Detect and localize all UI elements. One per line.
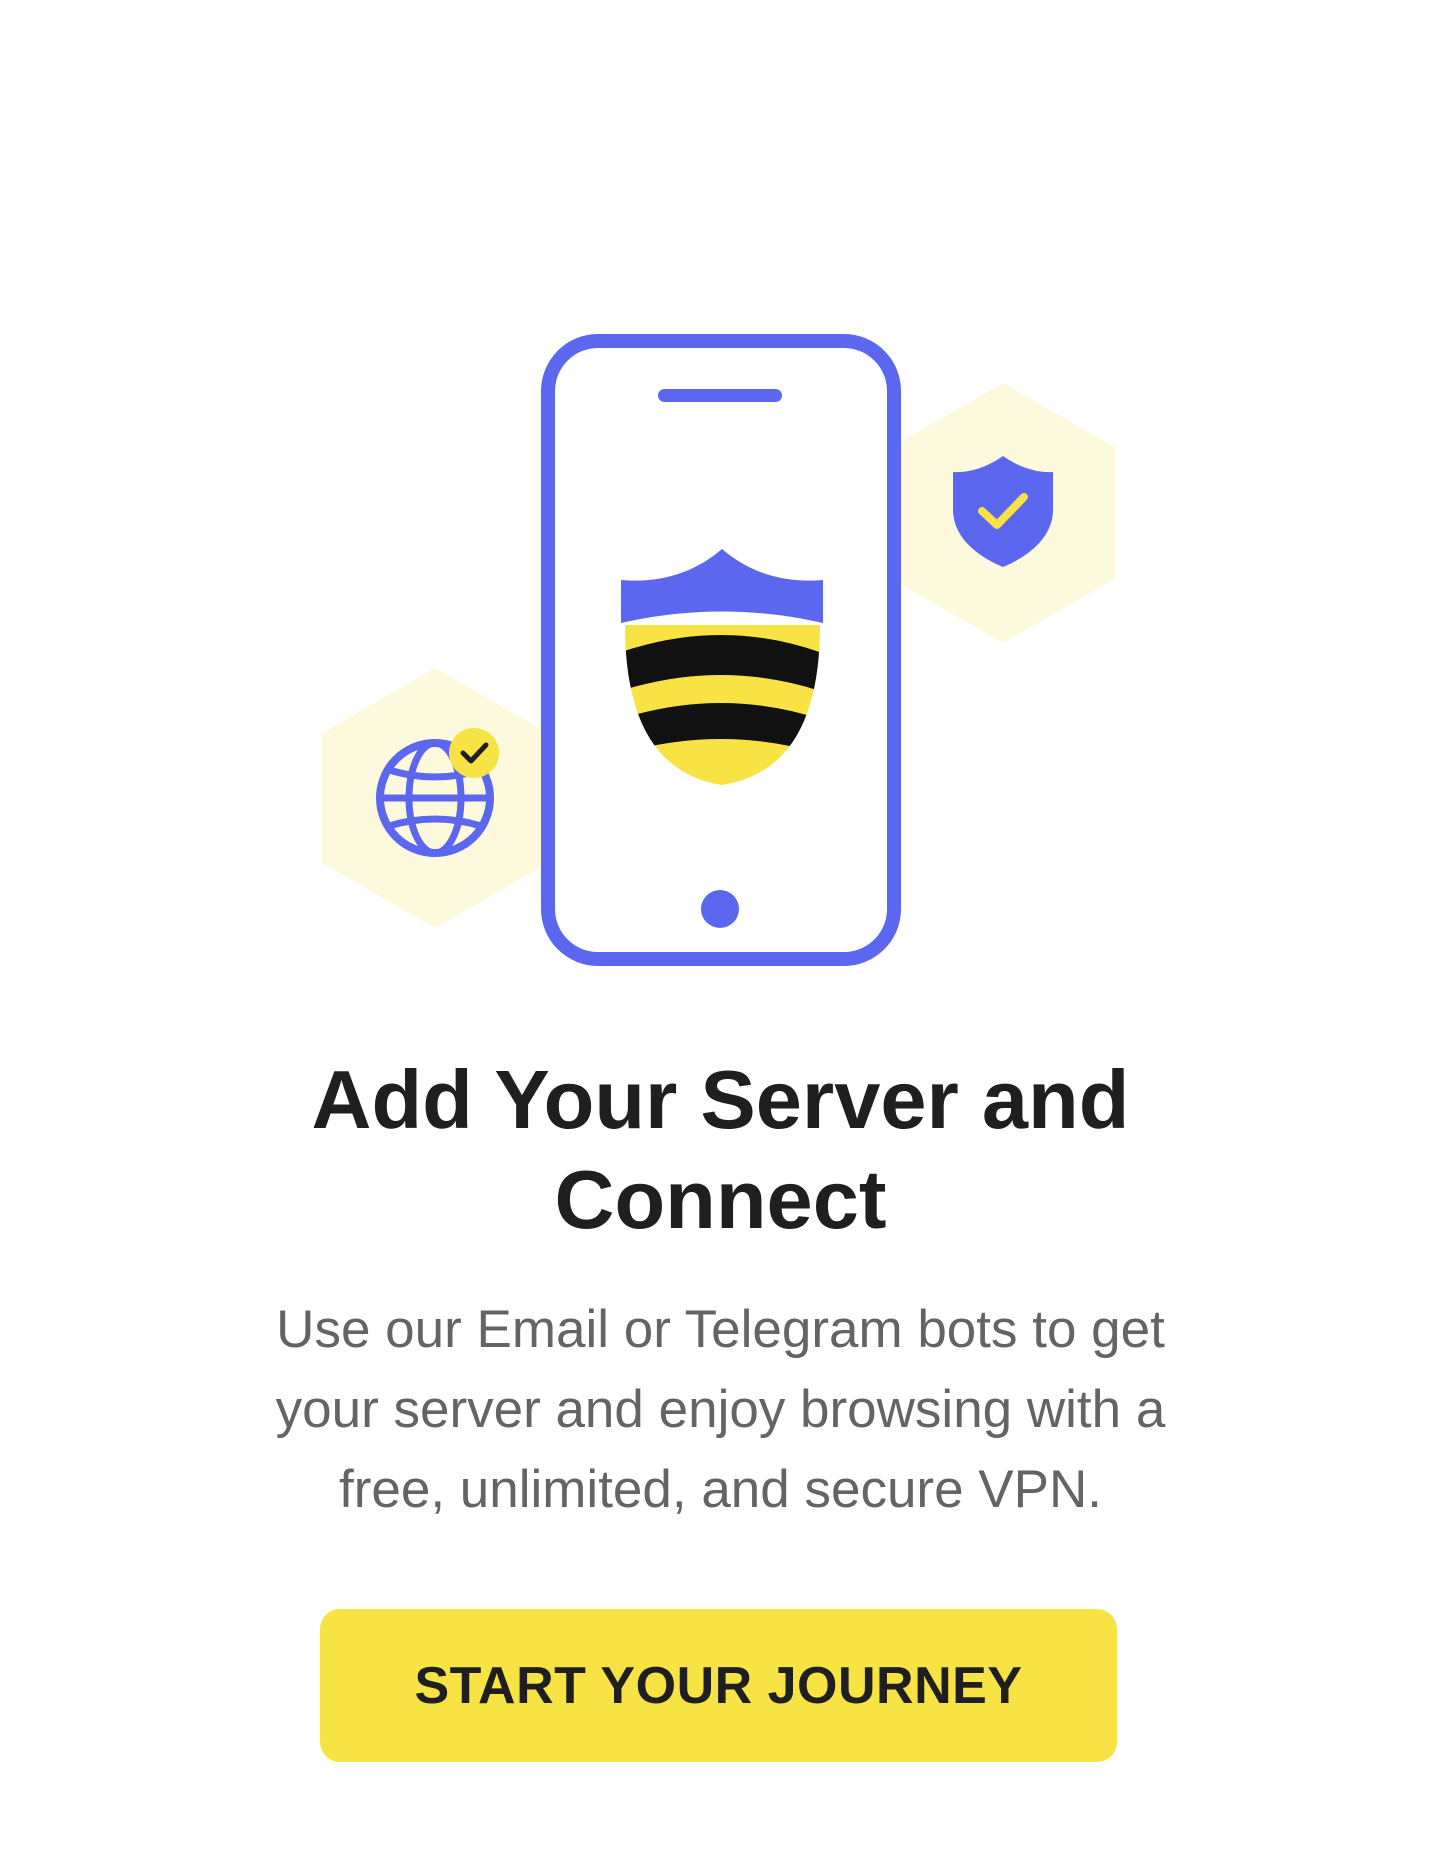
page-description: Use our Email or Telegram bots to get yo… [200, 1290, 1241, 1530]
page-title: Add Your Server and Connect [0, 1050, 1441, 1250]
page-description-line-3: free, unlimited, and secure VPN. [339, 1460, 1102, 1519]
start-journey-button[interactable]: START YOUR JOURNEY [320, 1609, 1117, 1762]
onboarding-illustration [322, 334, 1116, 966]
page-description-line-1: Use our Email or Telegram bots to get [276, 1300, 1165, 1359]
page-title-line-2: Connect [554, 1153, 887, 1246]
page-description-line-2: your server and enjoy browsing with a [275, 1380, 1166, 1439]
onboarding-screen: Add Your Server and Connect Use our Emai… [0, 0, 1441, 1869]
page-title-line-1: Add Your Server and [311, 1053, 1130, 1146]
